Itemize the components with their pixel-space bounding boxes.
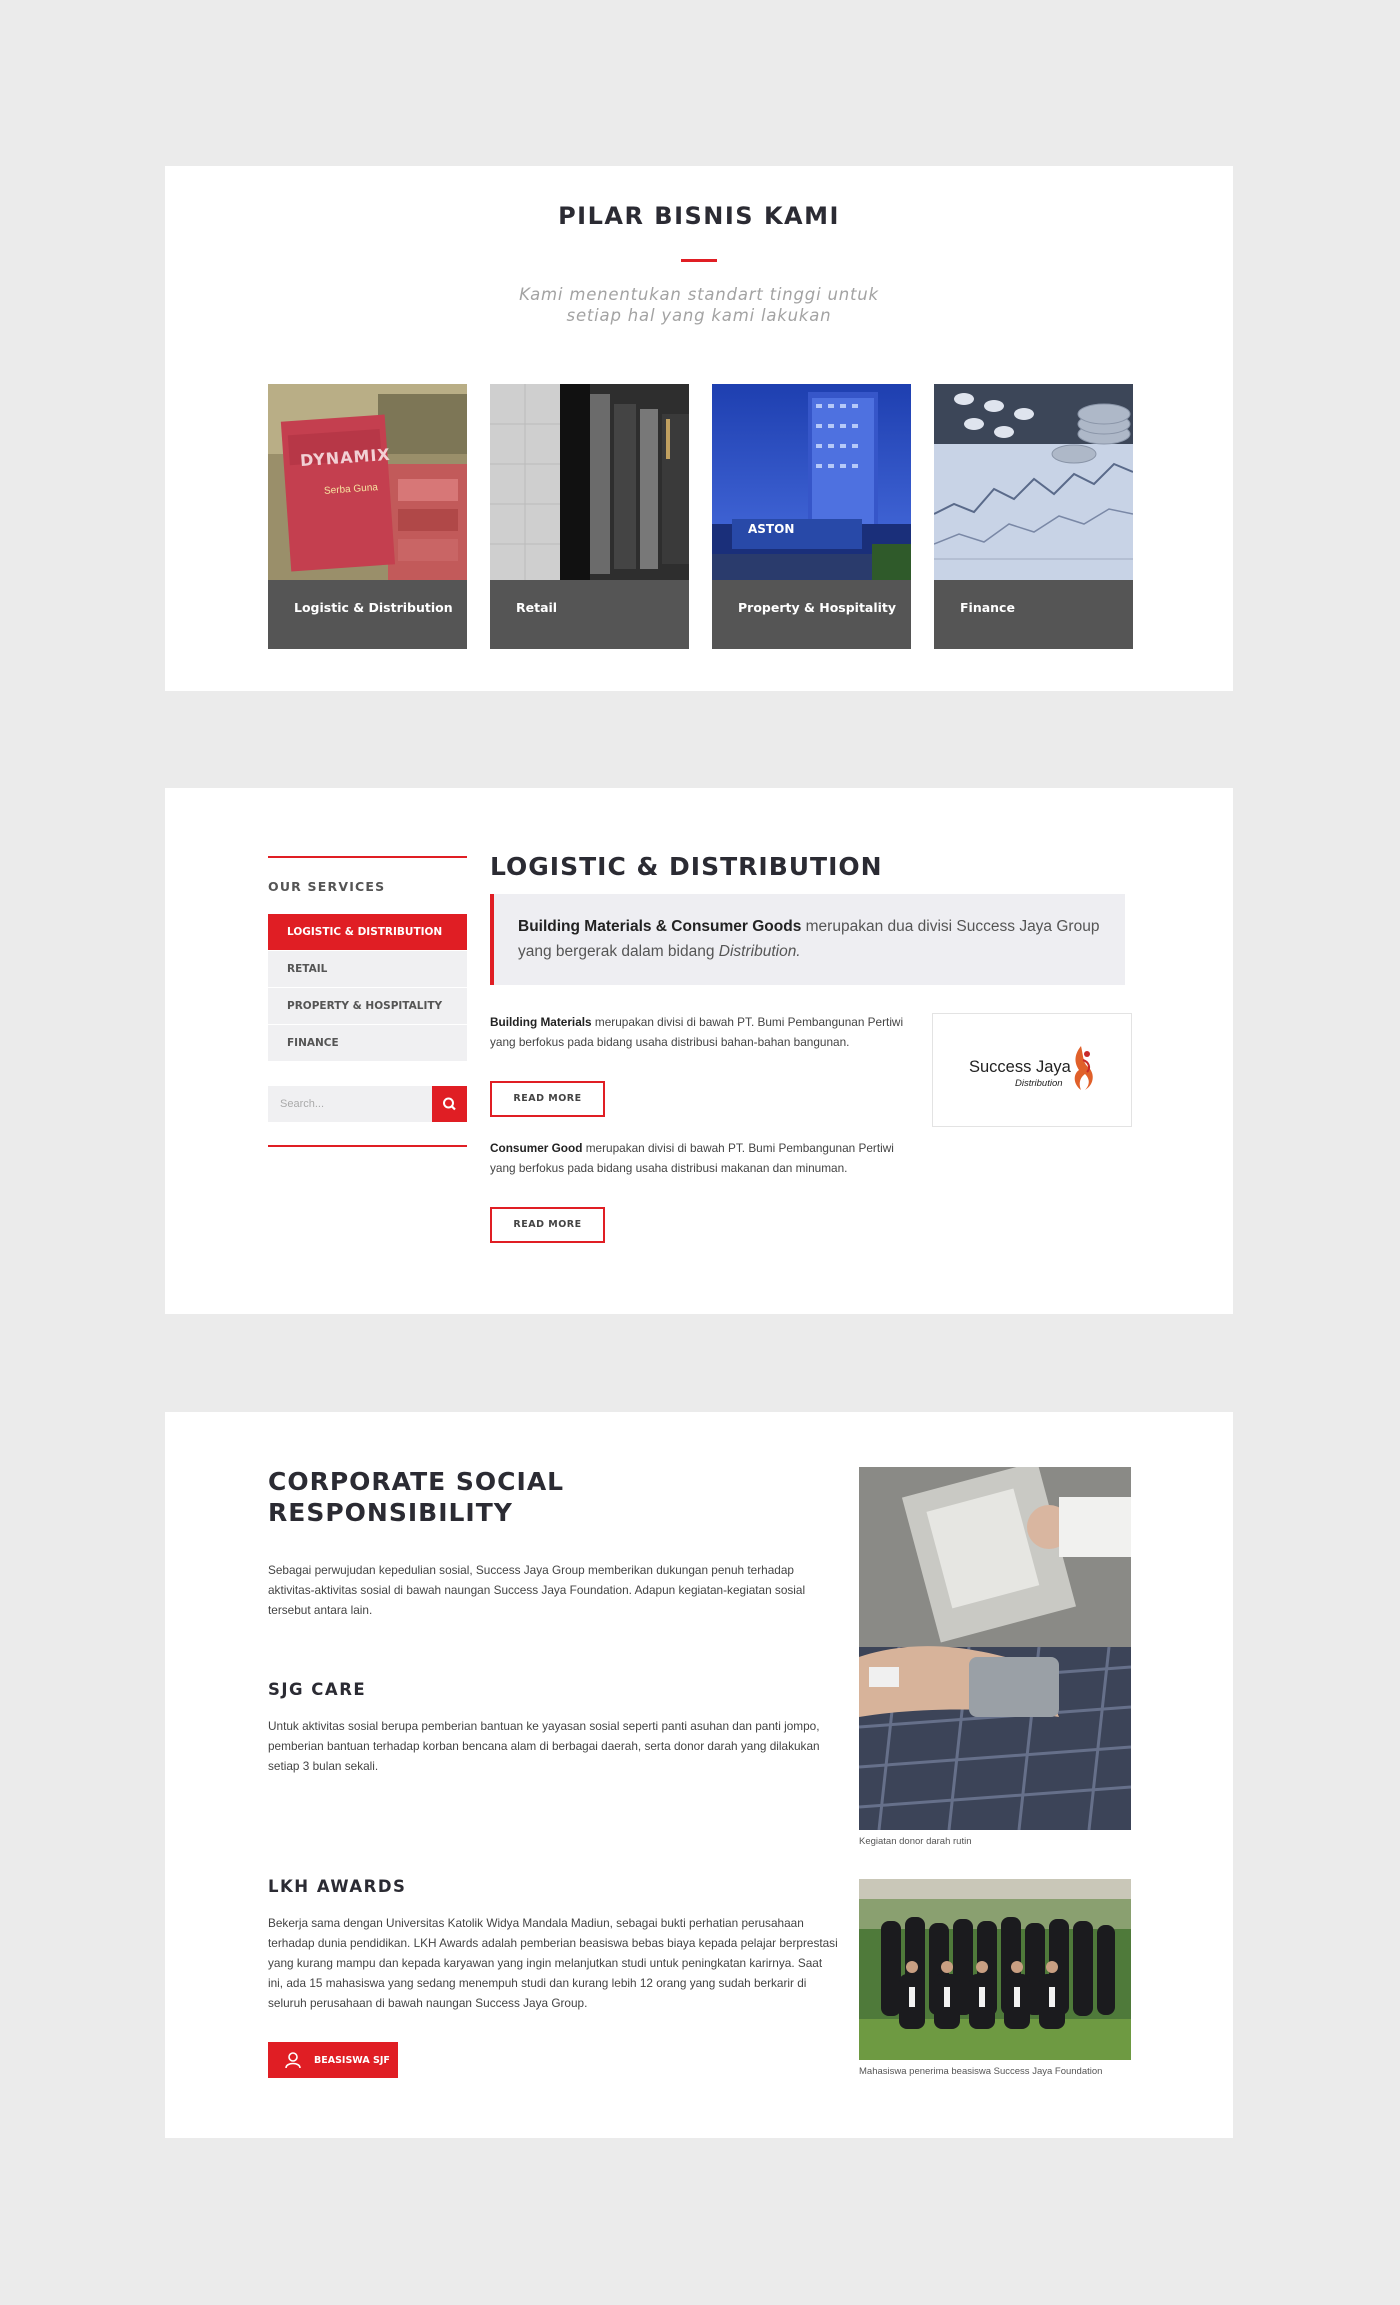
pillar-card-retail[interactable]: Retail [490,384,689,649]
sidebar-heading: OUR SERVICES [268,879,386,894]
read-more-button-building[interactable]: READ MORE [490,1081,605,1117]
beasiswa-sjf-label: BEASISWA SJF [314,2054,390,2066]
pillars-subtitle: Kami menentukan standart tinggi untuk se… [519,285,879,325]
property-image: ASTON [712,384,911,580]
service-title: LOGISTIC & DISTRIBUTION [490,852,883,881]
logo-name: Success Jaya [969,1058,1071,1076]
service-quote: Building Materials & Consumer Goods meru… [490,894,1125,985]
lkh-awards-title: LKH AWARDS [268,1877,407,1896]
pillars-section: PILAR BISNIS KAMI Kami menentukan standa… [165,166,1233,691]
blood-donation-photo [859,1467,1131,1830]
services-section: OUR SERVICES LOGISTIC & DISTRIBUTION RET… [165,788,1233,1314]
read-more-button-consumer[interactable]: READ MORE [490,1207,605,1243]
pillar-label-finance: Finance [960,600,1015,615]
sidebar-bottom-divider [268,1145,467,1147]
consumer-good-text: Consumer Good merupakan divisi di bawah … [490,1138,910,1178]
sidebar-item-logistic[interactable]: LOGISTIC & DISTRIBUTION [268,914,467,950]
student-icon [285,2052,301,2069]
csr-title: CORPORATE SOCIAL RESPONSIBILITY [268,1467,565,1527]
pillar-card-finance[interactable]: Finance [934,384,1133,649]
logo-sub: Distribution [1015,1078,1063,1089]
scholarship-students-photo [859,1879,1131,2060]
csr-intro: Sebagai perwujudan kepedulian sosial, Su… [268,1563,806,1617]
sidebar-item-finance[interactable]: FINANCE [268,1025,467,1061]
pillar-card-logistic[interactable]: DYNAMIX Serba Guna Logistic & Distributi… [268,384,467,649]
building-materials-text: Building Materials merupakan divisi di b… [490,1012,910,1052]
title-divider [681,259,717,262]
pillar-label-retail: Retail [516,600,558,615]
sidebar-top-divider [268,856,467,858]
csr-section: CORPORATE SOCIAL RESPONSIBILITY Sebagai … [165,1412,1233,2138]
scholarship-caption: Mahasiswa penerima beasiswa Success Jaya… [859,2066,1103,2077]
sidebar-item-retail[interactable]: RETAIL [268,951,467,987]
quote-bold: Building Materials & Consumer Goods [518,918,802,935]
quote-italic: Distribution. [718,943,801,960]
beasiswa-sjf-button[interactable]: BEASISWA SJF [268,2042,398,2078]
search-button[interactable] [432,1086,467,1122]
sjg-care-text: Untuk aktivitas sosial berupa pemberian … [268,1719,820,1773]
pillars-title: PILAR BISNIS KAMI [558,202,840,230]
pillar-label-logistic: Logistic & Distribution [294,600,453,615]
pillar-card-property[interactable]: ASTON Property & Hospitality [712,384,911,649]
building-materials-bold: Building Materials [490,1015,592,1029]
logistic-image: DYNAMIX Serba Guna [268,384,467,580]
consumer-good-bold: Consumer Good [490,1141,583,1155]
property-image-sign: ASTON [748,522,795,536]
lkh-awards-text: Bekerja sama dengan Universitas Katolik … [268,1916,838,2010]
search-icon [443,1097,456,1111]
success-jaya-logo: Success Jaya Distribution [932,1013,1132,1127]
search-input[interactable] [268,1086,432,1122]
flame-figure-icon [1074,1046,1093,1090]
pillar-label-property: Property & Hospitality [738,600,897,615]
retail-image [490,384,689,580]
blood-donation-caption: Kegiatan donor darah rutin [859,1836,972,1847]
finance-image [934,384,1133,580]
sjg-care-title: SJG CARE [268,1680,367,1699]
sidebar-item-property[interactable]: PROPERTY & HOSPITALITY [268,988,467,1024]
